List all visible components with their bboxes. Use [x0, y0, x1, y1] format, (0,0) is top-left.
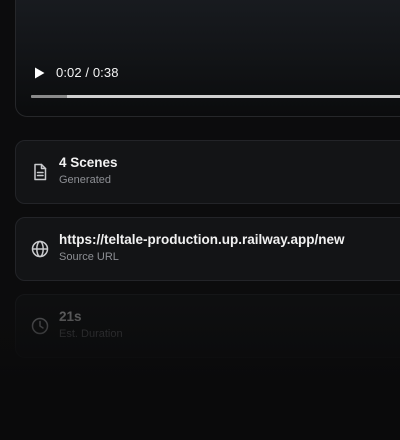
duration-card: 21s Est. Duration — [15, 294, 400, 358]
app-stage: 0:02 / 0:38 4 Scenes Generated https://t… — [0, 0, 400, 440]
scenes-count: 4 Scenes — [59, 155, 118, 170]
time-separator: / — [81, 65, 93, 80]
source-url-value[interactable]: https://teltale-production.up.railway.ap… — [59, 232, 345, 248]
source-url-label: Source URL — [59, 251, 119, 263]
video-player[interactable]: 0:02 / 0:38 — [15, 0, 400, 117]
progress-bar[interactable] — [31, 95, 400, 98]
progress-bar-fill — [31, 95, 67, 98]
player-controls: 0:02 / 0:38 — [32, 65, 119, 80]
globe-icon — [30, 239, 50, 259]
document-icon — [30, 162, 50, 182]
play-icon[interactable] — [32, 66, 46, 80]
source-url-text: https://teltale-production.up.railway.ap… — [59, 232, 345, 265]
current-time: 0:02 — [56, 65, 82, 80]
duration-text: 21s Est. Duration — [59, 309, 123, 342]
scenes-text: 4 Scenes Generated — [59, 155, 118, 188]
scenes-label: Generated — [59, 174, 111, 186]
total-duration: 0:38 — [92, 65, 119, 80]
duration-value: 21s — [59, 309, 82, 324]
playback-time: 0:02 / 0:38 — [56, 65, 119, 80]
source-url-card: https://teltale-production.up.railway.ap… — [15, 217, 400, 281]
clock-icon — [30, 316, 50, 336]
duration-label: Est. Duration — [59, 328, 123, 340]
scenes-card: 4 Scenes Generated — [15, 140, 400, 204]
